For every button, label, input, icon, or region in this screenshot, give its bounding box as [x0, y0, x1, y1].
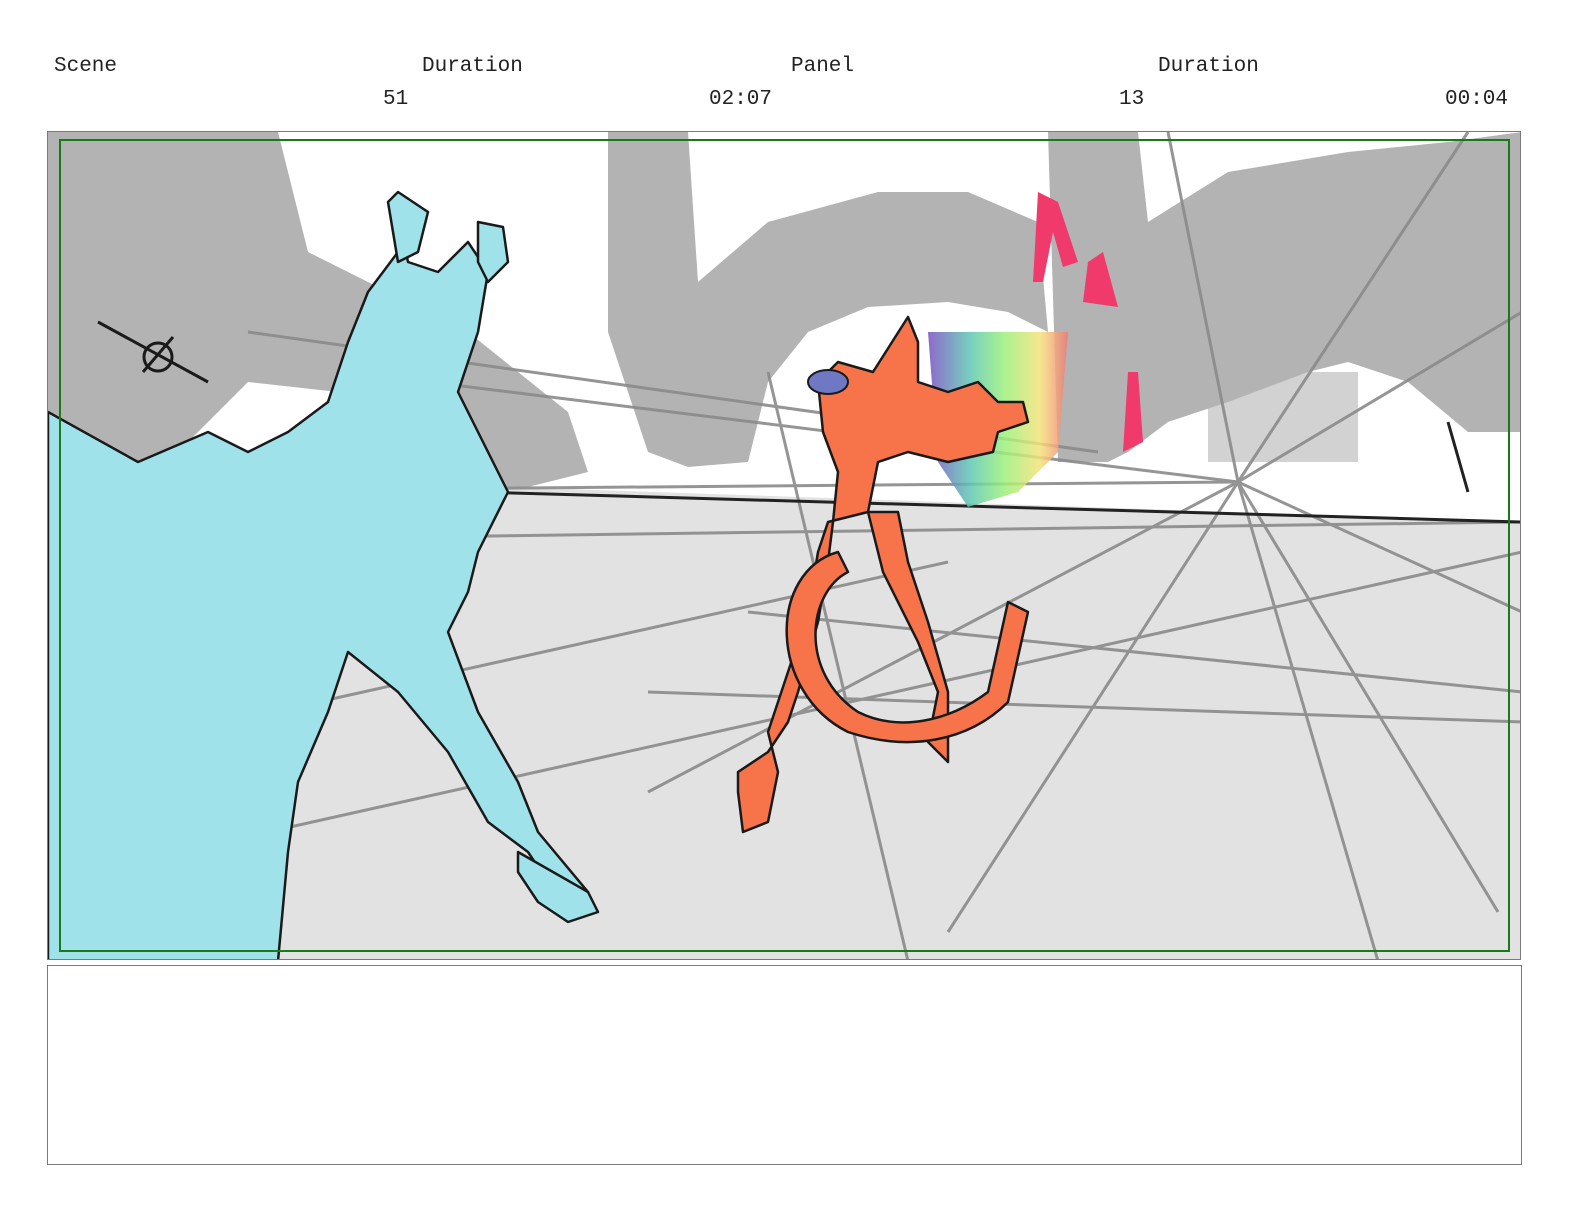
panel-number: 13: [1119, 88, 1145, 111]
panel-illustration: [48, 132, 1520, 959]
cap-icon: [807, 369, 849, 395]
panel-notes-box[interactable]: [47, 965, 1522, 1165]
scene-label: Scene: [54, 55, 118, 78]
scene-number: 51: [383, 88, 409, 111]
panel-label: Panel: [791, 55, 855, 78]
storyboard-panel-frame: [47, 131, 1521, 960]
panel-duration-value: 00:04: [1445, 88, 1509, 111]
panel-duration-label: Duration: [1158, 55, 1259, 78]
scene-duration-value: 02:07: [709, 88, 773, 111]
scene-duration-label: Duration: [422, 55, 523, 78]
